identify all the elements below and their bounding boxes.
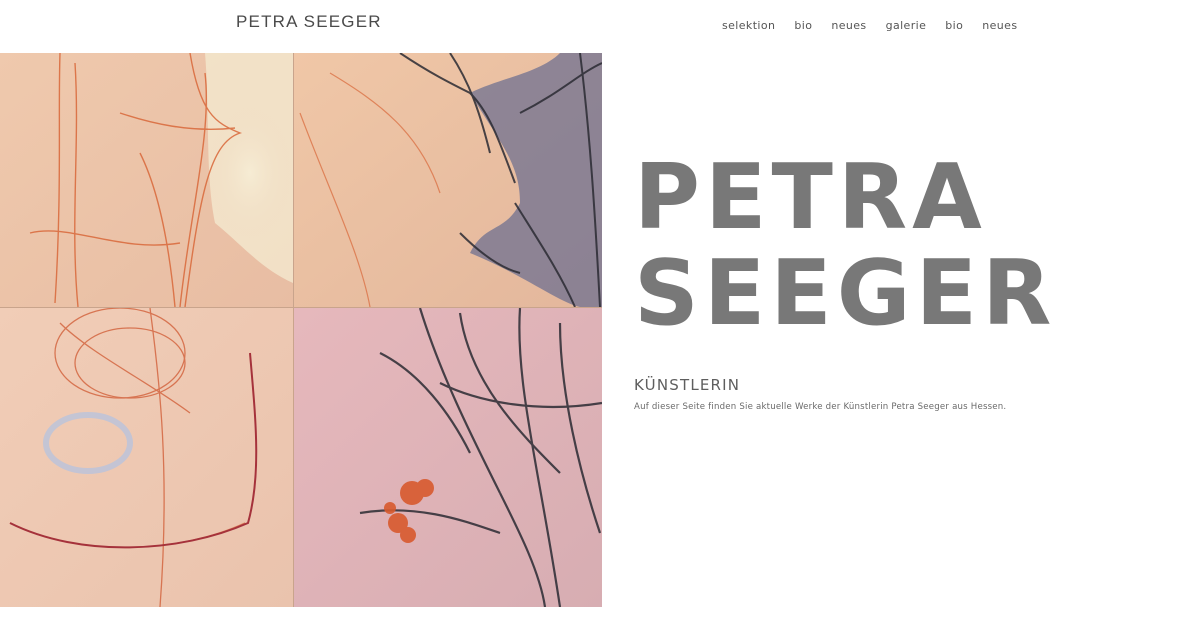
hero-subtitle: KÜNSTLERIN — [634, 376, 741, 394]
nav-link-neues[interactable]: neues — [831, 19, 866, 33]
nav-link-galerie[interactable]: galerie — [886, 19, 927, 33]
nav-link-neues-2[interactable]: neues — [982, 19, 1017, 33]
nav-link-bio[interactable]: bio — [794, 19, 812, 33]
nav-link-bio-2[interactable]: bio — [945, 19, 963, 33]
main-navigation: selektion bio neues galerie bio neues — [722, 19, 1036, 33]
hero-artwork-image — [0, 53, 602, 607]
hero-title-line-1: PETRA — [634, 145, 987, 250]
hero-title: PETRA SEEGER — [634, 150, 1194, 342]
site-logo[interactable]: PETRA SEEGER — [236, 12, 382, 32]
hero-description: Auf dieser Seite finden Sie aktuelle Wer… — [634, 402, 1007, 412]
hero-title-line-2: SEEGER — [634, 241, 1057, 346]
artwork-panel-bottom-left — [0, 308, 293, 607]
artwork-panel-bottom-right — [294, 308, 602, 607]
nav-link-selektion[interactable]: selektion — [722, 19, 775, 33]
